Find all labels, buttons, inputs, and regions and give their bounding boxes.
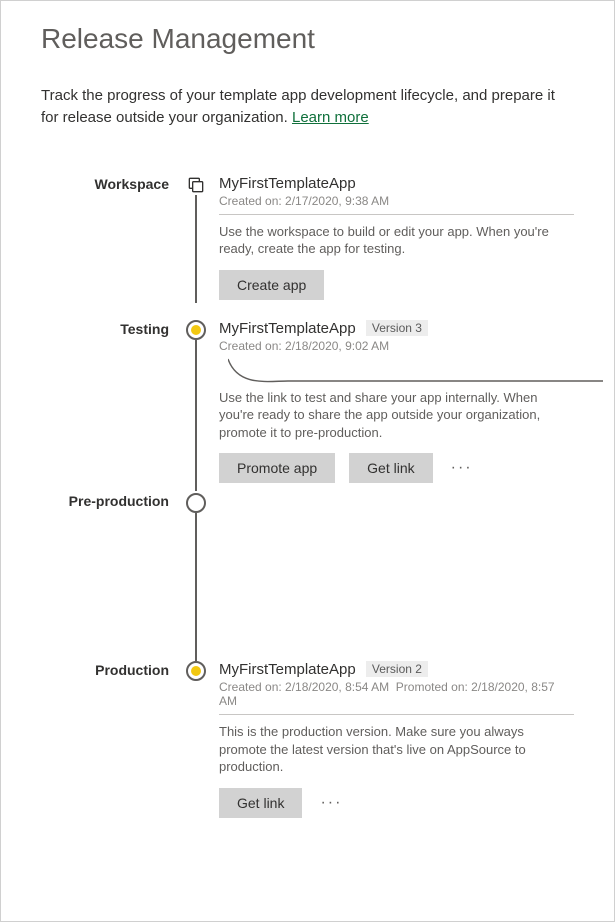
- divider: [219, 714, 574, 715]
- testing-app-name: MyFirstTemplateApp Version 3: [219, 320, 574, 337]
- promote-app-button[interactable]: Promote app: [219, 453, 335, 483]
- testing-app-name-text: MyFirstTemplateApp: [219, 320, 356, 337]
- production-description: This is the production version. Make sur…: [219, 723, 574, 776]
- page-title: Release Management: [41, 23, 574, 55]
- testing-get-link-button[interactable]: Get link: [349, 453, 432, 483]
- production-meta: Created on: 2/18/2020, 8:54 AM Promoted …: [219, 680, 574, 708]
- stage-label-testing: Testing: [61, 320, 181, 337]
- stage-label-workspace: Workspace: [61, 175, 181, 192]
- divider: [219, 214, 574, 215]
- preproduction-node-icon: [186, 493, 206, 513]
- stage-label-preproduction: Pre-production: [61, 493, 181, 509]
- copy-icon: [186, 175, 206, 195]
- testing-more-icon[interactable]: ···: [447, 459, 477, 477]
- stage-production: Production MyFirstTemplateApp Version 2 …: [61, 661, 574, 838]
- workspace-created: Created on: 2/17/2020, 9:38 AM: [219, 194, 574, 208]
- production-node-icon: [186, 661, 206, 681]
- production-app-name: MyFirstTemplateApp Version 2: [219, 661, 574, 678]
- testing-created: Created on: 2/18/2020, 9:02 AM: [219, 339, 574, 353]
- production-version-pill: Version 2: [366, 661, 428, 677]
- production-created: Created on: 2/18/2020, 8:54 AM: [219, 680, 389, 694]
- create-app-button[interactable]: Create app: [219, 270, 324, 300]
- intro-text: Track the progress of your template app …: [41, 85, 574, 129]
- workspace-description: Use the workspace to build or edit your …: [219, 223, 574, 258]
- testing-version-pill: Version 3: [366, 320, 428, 336]
- production-more-icon[interactable]: ···: [316, 794, 346, 812]
- production-get-link-button[interactable]: Get link: [219, 788, 302, 818]
- connector-curve: [219, 359, 574, 379]
- stage-label-production: Production: [61, 661, 181, 678]
- workspace-app-name: MyFirstTemplateApp: [219, 175, 574, 192]
- stage-testing: Testing MyFirstTemplateApp Version 3 Cre…: [61, 320, 574, 494]
- stage-workspace: Workspace MyFirstTemplateApp Created on:…: [61, 175, 574, 320]
- testing-description: Use the link to test and share your app …: [219, 389, 574, 442]
- learn-more-link[interactable]: Learn more: [292, 109, 369, 126]
- testing-node-icon: [186, 320, 206, 340]
- stage-preproduction: Pre-production: [61, 493, 574, 661]
- production-app-name-text: MyFirstTemplateApp: [219, 661, 356, 678]
